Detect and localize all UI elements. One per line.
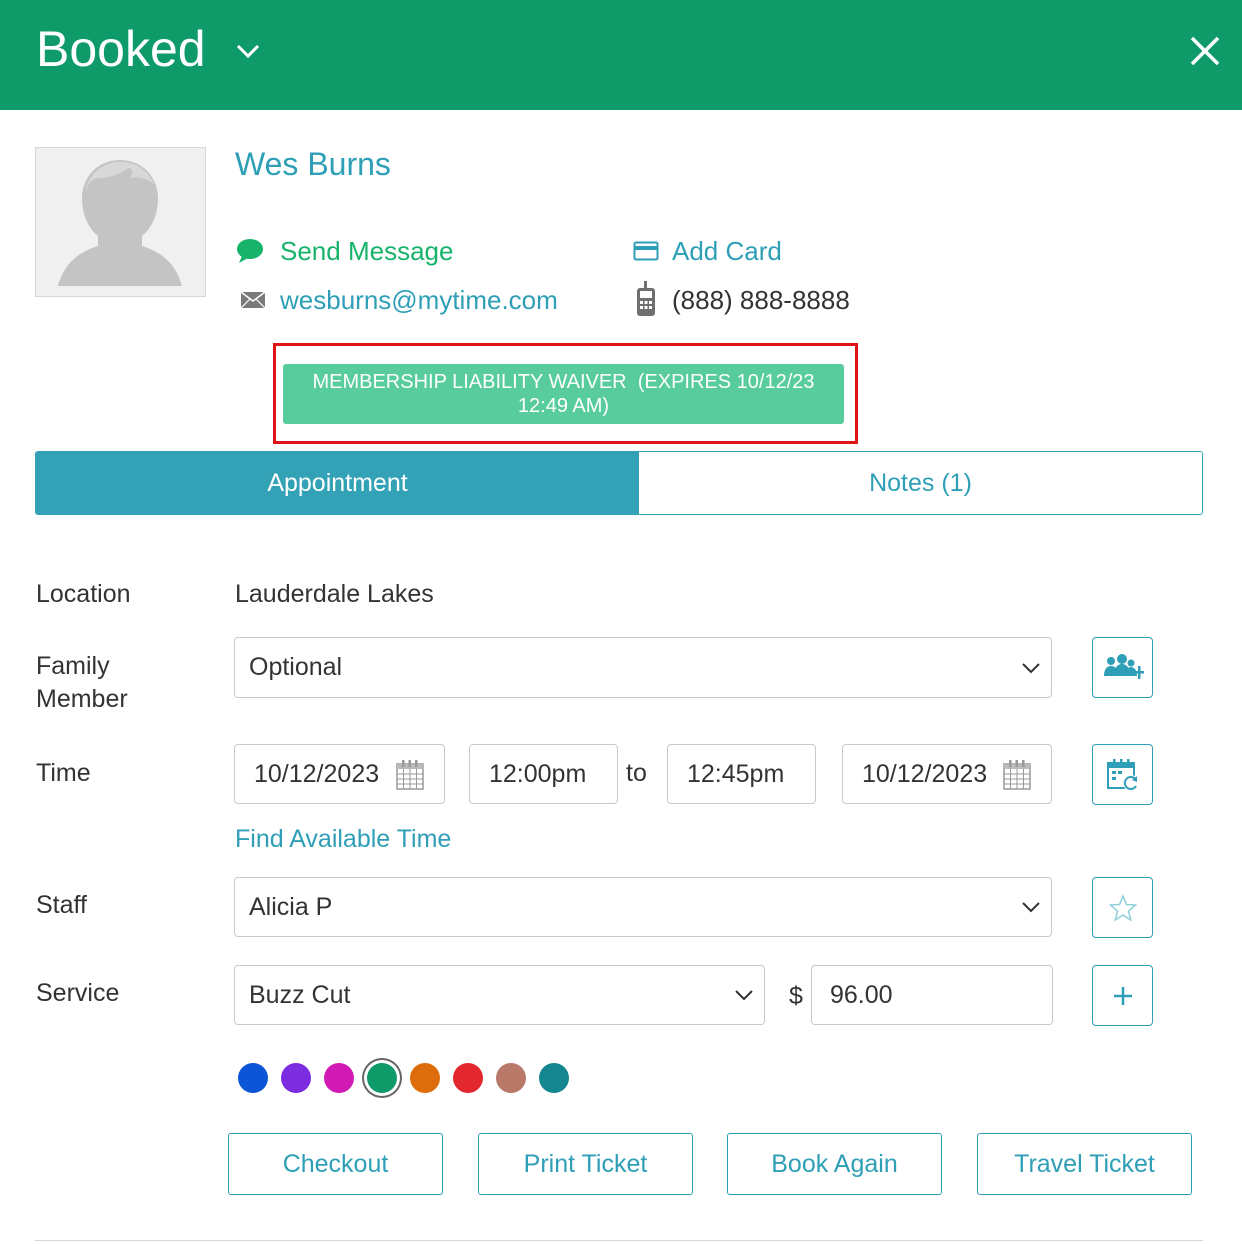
time-label: Time [36, 759, 91, 787]
start-time-input[interactable]: 12:00pm [469, 744, 618, 804]
print-ticket-button[interactable]: Print Ticket [478, 1133, 693, 1195]
family-label-line-2: Member [36, 685, 128, 713]
tab-notes[interactable]: Notes (1) [639, 452, 1202, 514]
price-value: 96.00 [830, 980, 893, 1009]
location-label: Location [36, 580, 131, 608]
status-title[interactable]: Booked [36, 18, 206, 80]
add-service-button[interactable] [1092, 965, 1153, 1026]
price-input[interactable]: 96.00 [811, 965, 1053, 1025]
color-swatch[interactable] [238, 1063, 268, 1093]
checkout-button[interactable]: Checkout [228, 1133, 443, 1195]
divider [35, 1240, 1203, 1241]
avatar [35, 147, 206, 297]
currency-symbol: $ [789, 982, 803, 1010]
credit-card-icon[interactable] [633, 241, 659, 261]
start-date-input[interactable]: 10/12/2023 [234, 744, 445, 804]
staff-label: Staff [36, 891, 87, 919]
waiver-badge[interactable]: MEMBERSHIP LIABILITY WAIVER (EXPIRES 10/… [283, 364, 844, 424]
color-swatch[interactable] [539, 1063, 569, 1093]
chevron-down-icon [1022, 902, 1040, 913]
service-select[interactable]: Buzz Cut [234, 965, 765, 1025]
calendar-repeat-icon [1106, 758, 1139, 791]
end-date-value: 10/12/2023 [862, 759, 988, 788]
color-swatch[interactable] [281, 1063, 311, 1093]
color-swatch[interactable] [453, 1063, 483, 1093]
start-time-value: 12:00pm [489, 759, 587, 788]
chevron-down-icon [735, 990, 753, 1001]
staff-value: Alicia P [249, 892, 333, 921]
waiver-line-2: 12:49 AM) [517, 395, 610, 417]
tab-bar: Appointment Notes (1) [35, 451, 1203, 515]
chevron-down-icon [1022, 662, 1040, 673]
plus-icon [1113, 986, 1132, 1005]
mobile-phone-icon [637, 281, 655, 316]
family-add-icon [1103, 653, 1144, 679]
envelope-icon [240, 291, 266, 309]
service-value: Buzz Cut [249, 980, 351, 1009]
to-label: to [626, 759, 647, 787]
family-label-line-1: Family [36, 652, 110, 680]
family-member-select[interactable]: Optional [234, 637, 1052, 698]
avatar-placeholder-icon [58, 160, 182, 286]
add-family-button[interactable] [1092, 637, 1153, 698]
travel-ticket-button[interactable]: Travel Ticket [977, 1133, 1192, 1195]
phone-number: (888) 888-8888 [672, 285, 850, 315]
book-again-button[interactable]: Book Again [727, 1133, 942, 1195]
calendar-icon[interactable] [396, 760, 424, 790]
find-available-time-link[interactable]: Find Available Time [235, 825, 451, 854]
recurring-appointment-button[interactable] [1092, 744, 1153, 805]
end-date-input[interactable]: 10/12/2023 [842, 744, 1052, 804]
client-name[interactable]: Wes Burns [235, 145, 391, 183]
color-swatch[interactable] [496, 1063, 526, 1093]
color-swatch[interactable] [324, 1063, 354, 1093]
end-time-value: 12:45pm [687, 759, 785, 788]
start-date-value: 10/12/2023 [254, 759, 380, 788]
star-icon [1108, 893, 1137, 922]
close-icon[interactable] [1184, 30, 1226, 72]
color-swatch[interactable] [367, 1063, 397, 1093]
chat-bubble-icon[interactable] [236, 238, 264, 264]
tab-appointment[interactable]: Appointment [36, 452, 639, 514]
end-time-input[interactable]: 12:45pm [667, 744, 816, 804]
service-label: Service [36, 979, 120, 1007]
send-message-link[interactable]: Send Message [280, 235, 453, 267]
favorite-staff-button[interactable] [1092, 877, 1153, 938]
add-card-link[interactable]: Add Card [672, 235, 782, 267]
family-member-label: Family Member [36, 650, 128, 716]
color-swatch[interactable] [410, 1063, 440, 1093]
waiver-line-1: MEMBERSHIP LIABILITY WAIVER (EXPIRES 10/… [312, 371, 815, 393]
family-member-value: Optional [249, 653, 343, 681]
location-value: Lauderdale Lakes [235, 580, 434, 608]
chevron-down-icon[interactable] [234, 38, 262, 62]
email-link[interactable]: wesburns@mytime.com [280, 284, 558, 316]
staff-select[interactable]: Alicia P [234, 877, 1052, 937]
calendar-icon[interactable] [1003, 760, 1031, 790]
